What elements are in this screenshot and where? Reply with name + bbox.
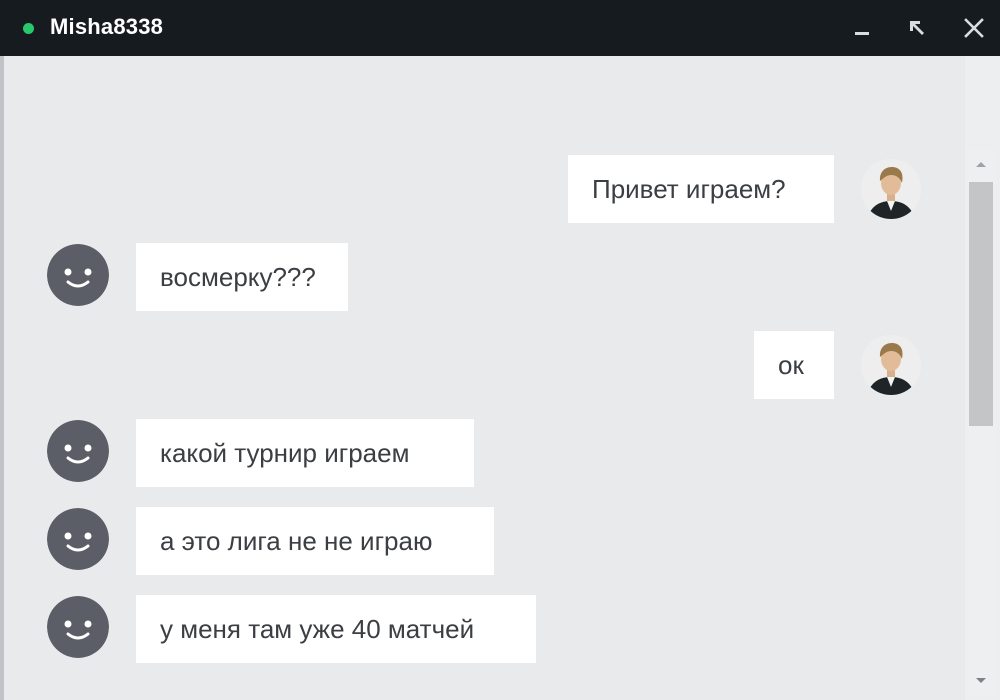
default-face-icon bbox=[47, 596, 109, 658]
message-bubble-outgoing[interactable]: ок bbox=[754, 331, 834, 399]
chat-window: Misha8338 Привет играем? восмерку??? ок … bbox=[0, 0, 1000, 700]
title-bar[interactable]: Misha8338 bbox=[0, 0, 1000, 56]
minimize-icon bbox=[855, 32, 869, 35]
user-photo-icon bbox=[861, 335, 921, 395]
message-bubble-incoming[interactable]: восмерку??? bbox=[136, 243, 348, 311]
contact-avatar[interactable] bbox=[47, 244, 109, 306]
default-face-icon bbox=[47, 420, 109, 482]
user-photo-icon bbox=[861, 159, 921, 219]
message-bubble-incoming[interactable]: у меня там уже 40 матчей bbox=[136, 595, 536, 663]
popout-icon bbox=[910, 21, 924, 35]
contact-name[interactable]: Misha8338 bbox=[50, 12, 163, 42]
popout-button[interactable] bbox=[897, 8, 937, 48]
scrollbar-thumb[interactable] bbox=[969, 182, 993, 426]
default-face-icon bbox=[47, 508, 109, 570]
contact-avatar[interactable] bbox=[47, 596, 109, 658]
contact-avatar[interactable] bbox=[47, 420, 109, 482]
scroll-up-arrow-icon bbox=[976, 162, 986, 167]
close-button[interactable] bbox=[954, 8, 994, 48]
close-icon bbox=[964, 18, 984, 38]
message-bubble-incoming[interactable]: а это лига не не играю bbox=[136, 507, 494, 575]
online-status-icon bbox=[23, 23, 34, 34]
scroll-down-button[interactable] bbox=[966, 667, 996, 695]
vertical-scrollbar[interactable] bbox=[966, 150, 996, 695]
message-bubble-incoming[interactable]: какой турнир играем bbox=[136, 419, 474, 487]
default-face-icon bbox=[47, 244, 109, 306]
minimize-button[interactable] bbox=[842, 8, 882, 48]
my-avatar[interactable] bbox=[861, 159, 921, 219]
scroll-down-arrow-icon bbox=[976, 678, 986, 683]
message-bubble-outgoing[interactable]: Привет играем? bbox=[568, 155, 834, 223]
my-avatar[interactable] bbox=[861, 335, 921, 395]
scroll-up-button[interactable] bbox=[966, 150, 996, 178]
contact-avatar[interactable] bbox=[47, 508, 109, 570]
window-border bbox=[0, 56, 4, 700]
